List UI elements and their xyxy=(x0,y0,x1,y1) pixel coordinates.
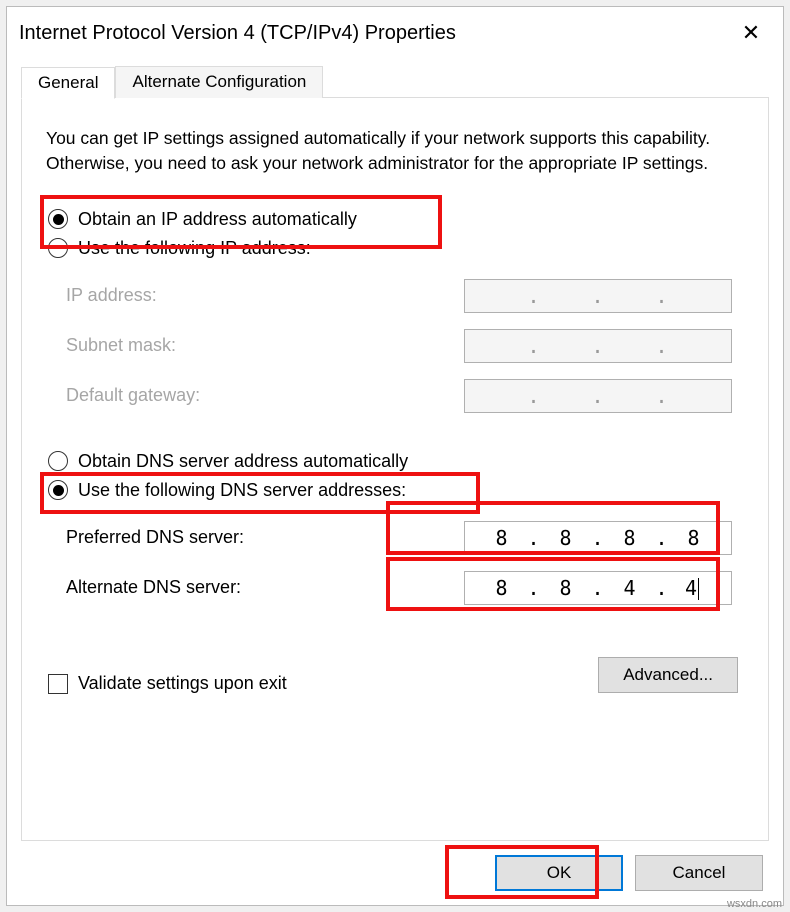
radio-use-following-dns[interactable]: Use the following DNS server addresses: xyxy=(46,476,744,505)
tab-alternate-configuration[interactable]: Alternate Configuration xyxy=(115,66,323,98)
window-title: Internet Protocol Version 4 (TCP/IPv4) P… xyxy=(19,22,456,45)
row-alternate-dns: Alternate DNS server: 8. 8. 4. 4 xyxy=(56,563,738,613)
ok-button[interactable]: OK xyxy=(495,855,623,891)
tab-sheet: General Alternate Configuration You can … xyxy=(21,97,769,841)
tab-general[interactable]: General xyxy=(21,67,115,99)
tabstrip: General Alternate Configuration xyxy=(21,66,323,98)
radio-label: Obtain DNS server address automatically xyxy=(78,451,408,472)
label-ip-address: IP address: xyxy=(66,285,157,306)
radio-use-following-ip[interactable]: Use the following IP address: xyxy=(46,234,744,263)
input-alternate-dns[interactable]: 8. 8. 4. 4 xyxy=(464,571,732,605)
row-ip-address: IP address: ... xyxy=(56,271,738,321)
input-default-gateway: ... xyxy=(464,379,732,413)
radio-icon xyxy=(48,238,68,258)
checkbox-validate-settings[interactable]: Validate settings upon exit xyxy=(46,667,289,700)
row-default-gateway: Default gateway: ... xyxy=(56,371,738,421)
row-preferred-dns: Preferred DNS server: 8. 8. 8. 8 xyxy=(56,513,738,563)
radio-obtain-dns-auto[interactable]: Obtain DNS server address automatically xyxy=(46,447,744,476)
radio-icon xyxy=(48,480,68,500)
radio-label: Use the following DNS server addresses: xyxy=(78,480,406,501)
close-icon[interactable]: ✕ xyxy=(735,20,767,46)
client-area: General Alternate Configuration You can … xyxy=(7,59,783,905)
advanced-button[interactable]: Advanced... xyxy=(598,657,738,693)
row-subnet-mask: Subnet mask: ... xyxy=(56,321,738,371)
radio-label: Use the following IP address: xyxy=(78,238,311,259)
radio-icon xyxy=(48,451,68,471)
watermark: wsxdn.com xyxy=(727,898,782,910)
checkbox-icon xyxy=(48,674,68,694)
input-ip-address: ... xyxy=(464,279,732,313)
checkbox-label: Validate settings upon exit xyxy=(78,673,287,694)
input-preferred-dns[interactable]: 8. 8. 8. 8 xyxy=(464,521,732,555)
label-default-gateway: Default gateway: xyxy=(66,385,200,406)
label-preferred-dns: Preferred DNS server: xyxy=(66,527,244,548)
dialog-window: Internet Protocol Version 4 (TCP/IPv4) P… xyxy=(6,6,784,906)
titlebar: Internet Protocol Version 4 (TCP/IPv4) P… xyxy=(7,7,783,59)
label-alternate-dns: Alternate DNS server: xyxy=(66,577,241,598)
description-text: You can get IP settings assigned automat… xyxy=(46,126,744,177)
cancel-button[interactable]: Cancel xyxy=(635,855,763,891)
label-subnet-mask: Subnet mask: xyxy=(66,335,176,356)
radio-obtain-ip-auto[interactable]: Obtain an IP address automatically xyxy=(46,205,744,234)
input-subnet-mask: ... xyxy=(464,329,732,363)
radio-icon xyxy=(48,209,68,229)
radio-label: Obtain an IP address automatically xyxy=(78,209,357,230)
